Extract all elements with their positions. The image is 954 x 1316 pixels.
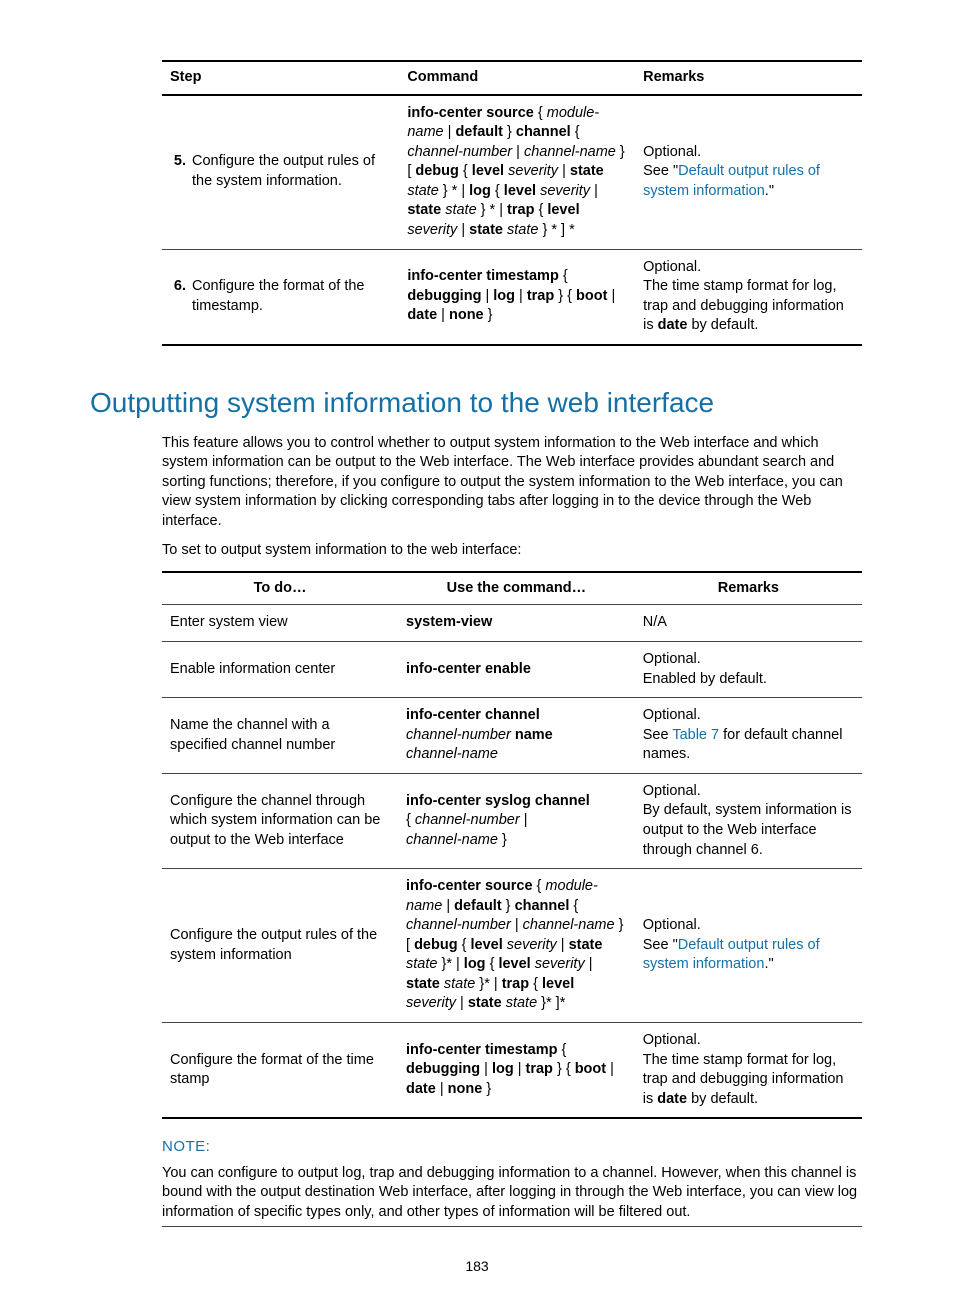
page-number: 183 (90, 1257, 864, 1276)
table-row: Configure the format of the time stamp i… (162, 1023, 862, 1119)
step-text: Configure the output rules of the system… (192, 153, 375, 189)
remarks-line: See "Default output rules of system info… (643, 162, 854, 201)
command-cell: info-center channel channel-number name … (398, 698, 635, 774)
web-output-table: To do… Use the command… Remarks Enter sy… (162, 571, 862, 1119)
remarks-cell: N/A (635, 605, 862, 642)
config-steps-table: Step Command Remarks 5. Configure the out… (162, 60, 862, 346)
remarks-cell: Optional. Enabled by default. (635, 642, 862, 698)
table-row: Enter system view system-view N/A (162, 605, 862, 642)
step-number: 5. (168, 152, 186, 172)
remarks-cell: Optional. By default, system information… (635, 773, 862, 868)
remarks-cell: Optional. See Table 7 for default channe… (635, 698, 862, 774)
todo-cell: Name the channel with a specified channe… (162, 698, 398, 774)
note-body: You can configure to output log, trap an… (162, 1164, 862, 1228)
step-text: Configure the format of the timestamp. (192, 278, 365, 314)
remarks-cell: Optional. See "Default output rules of s… (635, 95, 862, 249)
th-todo: To do… (162, 572, 398, 605)
lead-in-paragraph: To set to output system information to t… (162, 541, 862, 561)
remarks-optional: Optional. (643, 258, 854, 278)
todo-cell: Configure the channel through which syst… (162, 773, 398, 868)
remarks-cell: Optional. See "Default output rules of s… (635, 869, 862, 1023)
th-use-command: Use the command… (398, 572, 635, 605)
table-row: 6. Configure the format of the timestamp.… (162, 249, 862, 345)
command-cell: system-view (398, 605, 635, 642)
th-command: Command (399, 61, 635, 95)
th-remarks: Remarks (635, 572, 862, 605)
todo-cell: Configure the output rules of the system… (162, 869, 398, 1023)
step-number: 6. (168, 277, 186, 297)
remarks-cell: Optional. The time stamp format for log,… (635, 1023, 862, 1119)
section-heading: Outputting system information to the web… (90, 384, 864, 422)
remarks-cell: Optional. The time stamp format for log,… (635, 249, 862, 345)
remarks-optional: Optional. (643, 143, 854, 163)
step-cell: 5. Configure the output rules of the syst… (162, 95, 399, 249)
remarks-line: The time stamp format for log, trap and … (643, 277, 854, 336)
page-content: Step Command Remarks 5. Configure the out… (90, 60, 864, 1276)
th-step: Step (162, 61, 399, 95)
command-cell: info-center timestamp { debugging | log … (398, 1023, 635, 1119)
table-row: 5. Configure the output rules of the syst… (162, 95, 862, 249)
table-header-row: Step Command Remarks (162, 61, 862, 95)
intro-paragraph: This feature allows you to control wheth… (162, 434, 862, 532)
note-label: NOTE: (162, 1137, 864, 1157)
todo-cell: Configure the format of the time stamp (162, 1023, 398, 1119)
command-cell: info-center timestamp { debugging | log … (399, 249, 635, 345)
todo-cell: Enable information center (162, 642, 398, 698)
command-cell: info-center source { module-name | defau… (399, 95, 635, 249)
todo-cell: Enter system view (162, 605, 398, 642)
table-row: Enable information center info-center en… (162, 642, 862, 698)
table-header-row: To do… Use the command… Remarks (162, 572, 862, 605)
link-table-7[interactable]: Table 7 (672, 727, 719, 743)
command-cell: info-center enable (398, 642, 635, 698)
step-cell: 6. Configure the format of the timestamp. (162, 249, 399, 345)
table-row: Configure the output rules of the system… (162, 869, 862, 1023)
th-remarks: Remarks (635, 61, 862, 95)
command-cell: info-center syslog channel { channel-num… (398, 773, 635, 868)
command-cell: info-center source { module-name | defau… (398, 869, 635, 1023)
table-row: Configure the channel through which syst… (162, 773, 862, 868)
table-row: Name the channel with a specified channe… (162, 698, 862, 774)
